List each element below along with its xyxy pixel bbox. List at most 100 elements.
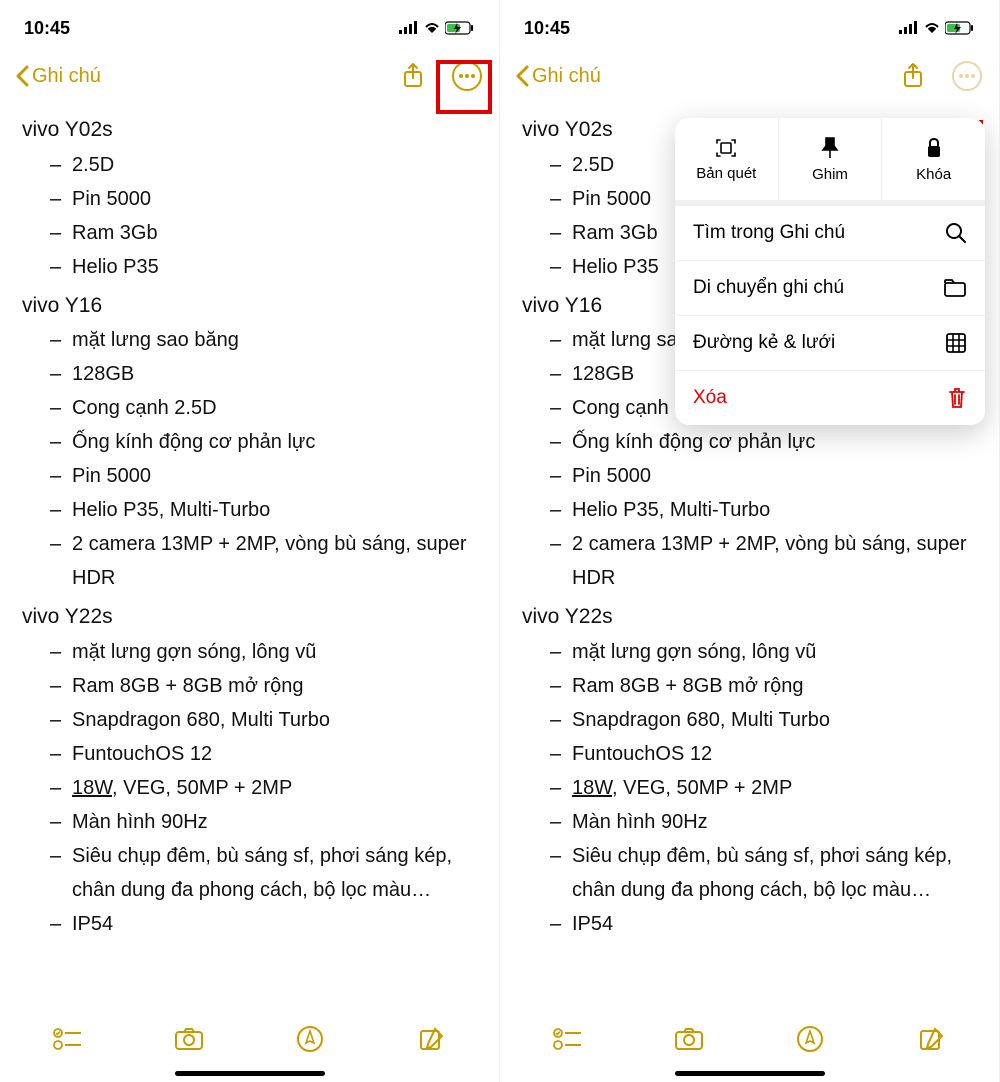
popup-scan-option[interactable]: Bản quét: [675, 118, 779, 200]
home-indicator[interactable]: [175, 1071, 325, 1076]
wifi-icon: [423, 21, 441, 35]
popup-row-label: Đường kẻ & lưới: [693, 332, 835, 354]
section-heading: vivo Y22s: [522, 599, 977, 635]
popup-pin-option[interactable]: Ghim: [779, 118, 883, 200]
list-item: –Helio P35, Multi-Turbo: [550, 493, 977, 527]
compose-button[interactable]: [912, 1019, 952, 1059]
camera-button[interactable]: [669, 1019, 709, 1059]
back-button[interactable]: Ghi chú: [14, 65, 395, 88]
list-item: –2 camera 13MP + 2MP, vòng bù sáng, supe…: [550, 527, 977, 595]
checklist-button[interactable]: [547, 1019, 587, 1059]
share-icon: [901, 62, 925, 90]
list-item: –Pin 5000: [50, 459, 477, 493]
list-item: –Pin 5000: [550, 459, 977, 493]
popup-label: Khóa: [916, 166, 951, 183]
status-bar: 10:45: [500, 6, 999, 50]
list-item: –Helio P35: [50, 250, 477, 284]
screenshot-right: 10:45 Ghi chú vivo Y02s–2.5D–Pin 5000–Ra…: [500, 0, 1000, 1082]
section-heading: vivo Y16: [22, 288, 477, 324]
list-item: –Pin 5000: [50, 182, 477, 216]
compose-icon: [919, 1026, 945, 1052]
list-item: –2.5D: [50, 148, 477, 182]
more-icon: [952, 61, 982, 91]
list-item: –Ống kính động cơ phản lực: [50, 425, 477, 459]
lock-icon: [924, 136, 944, 160]
nav-bar: Ghi chú: [0, 50, 499, 102]
list-item: –Siêu chụp đêm, bù sáng sf, phơi sáng ké…: [550, 839, 977, 907]
battery-icon: [945, 21, 975, 35]
list-item: –FuntouchOS 12: [550, 737, 977, 771]
back-button[interactable]: Ghi chú: [514, 65, 895, 88]
status-time: 10:45: [524, 18, 570, 39]
folder-icon: [943, 278, 967, 298]
battery-icon: [445, 21, 475, 35]
camera-button[interactable]: [169, 1019, 209, 1059]
list-item: –IP54: [50, 907, 477, 941]
trash-icon: [947, 387, 967, 409]
markup-button[interactable]: [790, 1019, 830, 1059]
actions-popup: Bản quét Ghim Khóa Tìm trong Ghi chú Di chu…: [675, 118, 985, 425]
popup-row-trash[interactable]: Xóa: [675, 370, 985, 425]
list-item: –18W, VEG, 50MP + 2MP: [50, 771, 477, 805]
pin-icon: [820, 136, 840, 160]
status-time: 10:45: [24, 18, 70, 39]
section-heading: vivo Y02s: [22, 112, 477, 148]
popup-label: Bản quét: [696, 165, 756, 182]
list-item: –Siêu chụp đêm, bù sáng sf, phơi sáng ké…: [50, 839, 477, 907]
status-bar: 10:45: [0, 6, 499, 50]
highlight-more-button: [436, 60, 492, 114]
list-item: –18W, VEG, 50MP + 2MP: [550, 771, 977, 805]
status-icons: [899, 21, 975, 35]
list-item: –128GB: [50, 357, 477, 391]
markup-icon: [296, 1025, 324, 1053]
list-item: –mặt lưng gợn sóng, lông vũ: [550, 635, 977, 669]
signal-icon: [899, 21, 919, 35]
more-button[interactable]: [949, 58, 985, 94]
share-button[interactable]: [895, 58, 931, 94]
scan-icon: [714, 137, 738, 159]
note-content[interactable]: vivo Y02s–2.5D–Pin 5000–Ram 3Gb–Helio P3…: [0, 102, 499, 941]
list-item: –Snapdragon 680, Multi Turbo: [550, 703, 977, 737]
list-item: –Helio P35, Multi-Turbo: [50, 493, 477, 527]
signal-icon: [399, 21, 419, 35]
screenshot-left: 10:45 Ghi chú vivo Y02s–2.5D–Pin 5000–Ra…: [0, 0, 500, 1082]
search-icon: [945, 222, 967, 244]
wifi-icon: [923, 21, 941, 35]
list-item: –Màn hình 90Hz: [50, 805, 477, 839]
share-button[interactable]: [395, 58, 431, 94]
list-item: –Cong cạnh 2.5D: [50, 391, 477, 425]
list-item: –Ram 8GB + 8GB mở rộng: [550, 669, 977, 703]
markup-icon: [796, 1025, 824, 1053]
list-item: –mặt lưng sao băng: [50, 323, 477, 357]
list-item: –Ống kính động cơ phản lực: [550, 425, 977, 459]
markup-button[interactable]: [290, 1019, 330, 1059]
checklist-icon: [53, 1027, 81, 1051]
popup-label: Ghim: [812, 166, 848, 183]
status-icons: [399, 21, 475, 35]
popup-row-grid[interactable]: Đường kẻ & lưới: [675, 315, 985, 370]
section-heading: vivo Y22s: [22, 599, 477, 635]
list-item: –mặt lưng gợn sóng, lông vũ: [50, 635, 477, 669]
list-item: –Màn hình 90Hz: [550, 805, 977, 839]
list-item: –Ram 8GB + 8GB mở rộng: [50, 669, 477, 703]
popup-row-label: Di chuyển ghi chú: [693, 277, 844, 299]
popup-lock-option[interactable]: Khóa: [882, 118, 985, 200]
compose-icon: [419, 1026, 445, 1052]
grid-icon: [945, 332, 967, 354]
popup-row-label: Xóa: [693, 387, 727, 409]
popup-row-search[interactable]: Tìm trong Ghi chú: [675, 200, 985, 260]
list-item: –2 camera 13MP + 2MP, vòng bù sáng, supe…: [50, 527, 477, 595]
back-label: Ghi chú: [532, 65, 601, 88]
camera-icon: [174, 1027, 204, 1051]
camera-icon: [674, 1027, 704, 1051]
checklist-icon: [553, 1027, 581, 1051]
chevron-left-icon: [14, 65, 30, 87]
home-indicator[interactable]: [675, 1071, 825, 1076]
popup-row-label: Tìm trong Ghi chú: [693, 222, 845, 244]
compose-button[interactable]: [412, 1019, 452, 1059]
back-label: Ghi chú: [32, 65, 101, 88]
checklist-button[interactable]: [47, 1019, 87, 1059]
chevron-left-icon: [514, 65, 530, 87]
list-item: –Ram 3Gb: [50, 216, 477, 250]
popup-row-folder[interactable]: Di chuyển ghi chú: [675, 260, 985, 315]
